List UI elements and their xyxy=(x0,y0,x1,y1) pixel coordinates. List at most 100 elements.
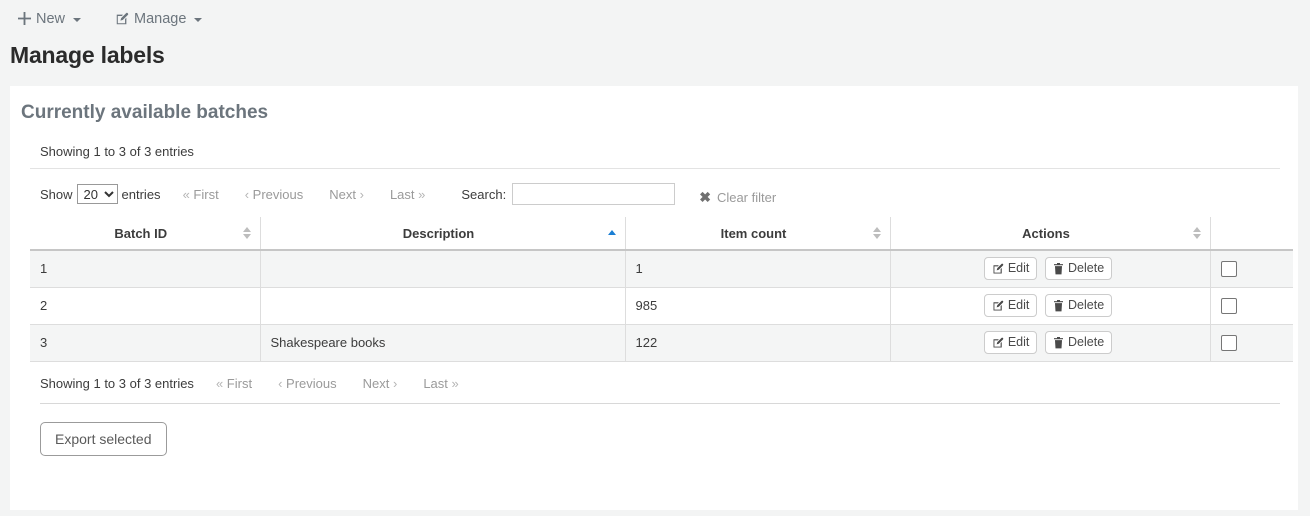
column-header-batch-id-label: Batch ID xyxy=(114,226,167,241)
x-mark-icon: ✖ xyxy=(699,190,711,204)
datatable-footer: Showing 1 to 3 of 3 entries « First ‹ Pr… xyxy=(30,362,1288,391)
datatable-controls: Show 20 entries « First ‹ Previous Next … xyxy=(30,169,1288,209)
panel-title: Currently available batches xyxy=(10,86,1298,124)
cell-select xyxy=(1210,324,1293,361)
column-header-select[interactable] xyxy=(1210,217,1293,250)
cell-description xyxy=(260,287,625,324)
sort-indicator-icon xyxy=(243,226,252,240)
pagination-bottom: « First ‹ Previous Next › Last » xyxy=(216,376,459,391)
right-chevron-icon: › xyxy=(360,187,364,202)
table-scroll-area: Batch ID Description Item count Act xyxy=(30,217,1293,362)
cell-item-count: 122 xyxy=(625,324,890,361)
batches-panel: Currently available batches Showing 1 to… xyxy=(10,86,1298,510)
batches-table: Batch ID Description Item count Act xyxy=(30,217,1293,362)
sort-indicator-icon xyxy=(1193,226,1202,240)
datatable-info-top: Showing 1 to 3 of 3 entries xyxy=(30,124,1280,169)
pagination-first[interactable]: « First xyxy=(216,376,252,391)
delete-button[interactable]: Delete xyxy=(1045,294,1112,317)
delete-button[interactable]: Delete xyxy=(1045,257,1112,280)
double-left-chevron-icon: « xyxy=(216,376,223,391)
trash-icon xyxy=(1053,300,1064,312)
cell-batch-id: 3 xyxy=(30,324,260,361)
pagination-previous-label: Previous xyxy=(286,376,337,391)
page-length-prefix: Show xyxy=(40,187,73,202)
pencil-square-icon xyxy=(992,300,1004,312)
search-control: Search: xyxy=(461,183,675,205)
trash-icon xyxy=(1053,337,1064,349)
cell-description: Shakespeare books xyxy=(260,324,625,361)
table-row: 1 1 Edit xyxy=(30,250,1293,287)
pagination-first-label: First xyxy=(193,187,218,202)
double-left-chevron-icon: « xyxy=(183,187,190,202)
datatable-info-bottom: Showing 1 to 3 of 3 entries xyxy=(40,376,194,391)
chevron-down-icon xyxy=(73,18,81,22)
cell-actions: Edit Delete xyxy=(890,324,1210,361)
new-menu-label: New xyxy=(36,11,65,27)
new-menu-button[interactable]: New xyxy=(18,11,81,27)
double-right-chevron-icon: » xyxy=(452,376,459,391)
delete-button-label: Delete xyxy=(1068,298,1104,313)
column-header-item-count[interactable]: Item count xyxy=(625,217,890,250)
cell-batch-id: 1 xyxy=(30,250,260,287)
delete-button-label: Delete xyxy=(1068,261,1104,276)
pagination-next[interactable]: Next › xyxy=(329,187,364,202)
chevron-down-icon xyxy=(194,18,202,22)
pagination-first[interactable]: « First xyxy=(183,187,219,202)
page-length-control: Show 20 entries xyxy=(40,184,161,204)
table-row: 3 Shakespeare books 122 xyxy=(30,324,1293,361)
row-select-checkbox[interactable] xyxy=(1221,298,1237,314)
right-chevron-icon: › xyxy=(393,376,397,391)
double-right-chevron-icon: » xyxy=(418,187,425,202)
cell-actions: Edit Delete xyxy=(890,287,1210,324)
delete-button-label: Delete xyxy=(1068,335,1104,350)
pagination-first-label: First xyxy=(227,376,252,391)
clear-filter-button[interactable]: ✖ Clear filter xyxy=(699,190,776,205)
pagination-next[interactable]: Next › xyxy=(363,376,398,391)
manage-menu-button[interactable]: Manage xyxy=(115,11,202,27)
export-selected-button[interactable]: Export selected xyxy=(40,422,167,456)
page-length-select[interactable]: 20 xyxy=(77,184,118,204)
pagination-previous[interactable]: ‹ Previous xyxy=(245,187,304,202)
table-head: Batch ID Description Item count Act xyxy=(30,217,1293,250)
left-chevron-icon: ‹ xyxy=(245,187,249,202)
page-title: Manage labels xyxy=(0,37,1310,82)
sort-ascending-icon xyxy=(608,226,617,240)
pagination-last-label: Last xyxy=(390,187,415,202)
cell-batch-id: 2 xyxy=(30,287,260,324)
pagination-previous[interactable]: ‹ Previous xyxy=(278,376,337,391)
edit-button[interactable]: Edit xyxy=(984,294,1038,317)
edit-button-label: Edit xyxy=(1008,261,1030,276)
edit-button-label: Edit xyxy=(1008,335,1030,350)
pagination-last[interactable]: Last » xyxy=(390,187,425,202)
row-select-checkbox[interactable] xyxy=(1221,261,1237,277)
column-header-item-count-label: Item count xyxy=(721,226,787,241)
left-chevron-icon: ‹ xyxy=(278,376,282,391)
edit-button[interactable]: Edit xyxy=(984,257,1038,280)
page-length-suffix: entries xyxy=(122,187,161,202)
pencil-square-icon xyxy=(992,263,1004,275)
pagination-previous-label: Previous xyxy=(253,187,304,202)
table-body: 1 1 Edit xyxy=(30,250,1293,361)
table-header-row: Batch ID Description Item count Act xyxy=(30,217,1293,250)
pagination-next-label: Next xyxy=(329,187,356,202)
edit-button[interactable]: Edit xyxy=(984,331,1038,354)
row-select-checkbox[interactable] xyxy=(1221,335,1237,351)
cell-actions: Edit Delete xyxy=(890,250,1210,287)
plus-icon xyxy=(18,12,31,25)
pagination-last[interactable]: Last » xyxy=(423,376,458,391)
column-header-actions[interactable]: Actions xyxy=(890,217,1210,250)
pencil-square-icon xyxy=(115,12,129,26)
pencil-square-icon xyxy=(992,337,1004,349)
column-header-batch-id[interactable]: Batch ID xyxy=(30,217,260,250)
column-header-description-label: Description xyxy=(403,226,475,241)
search-input[interactable] xyxy=(512,183,675,205)
edit-button-label: Edit xyxy=(1008,298,1030,313)
sort-indicator-icon xyxy=(873,226,882,240)
pagination-next-label: Next xyxy=(363,376,390,391)
column-header-actions-label: Actions xyxy=(1022,226,1070,241)
column-header-description[interactable]: Description xyxy=(260,217,625,250)
delete-button[interactable]: Delete xyxy=(1045,331,1112,354)
clear-filter-label: Clear filter xyxy=(717,190,776,205)
pagination-top: « First ‹ Previous Next › Last » xyxy=(183,187,426,202)
search-label: Search: xyxy=(461,187,506,202)
